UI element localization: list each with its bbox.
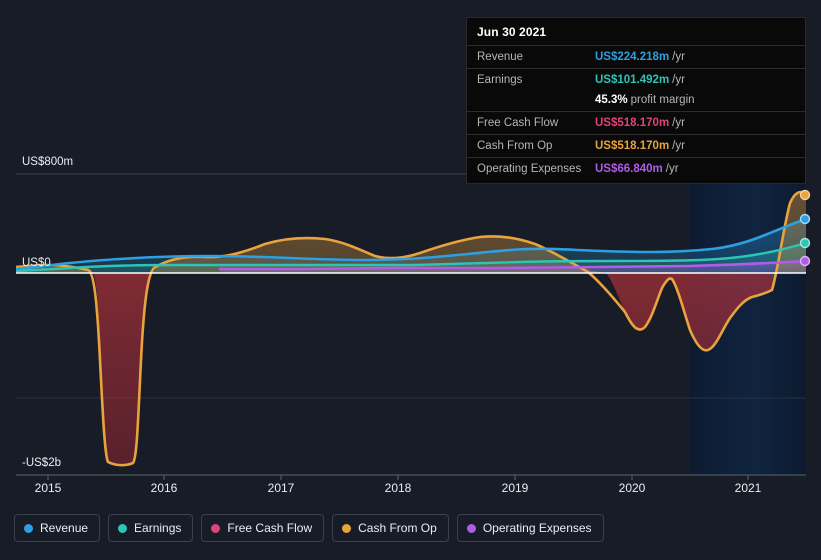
tooltip-label-free-cash-flow: Free Cash Flow — [477, 117, 559, 129]
legend-item-operating-expenses[interactable]: Operating Expenses — [456, 514, 604, 542]
legend-item-revenue[interactable]: Revenue — [14, 514, 101, 542]
legend-dot-revenue-icon — [24, 523, 33, 533]
tooltip-label-revenue: Revenue — [477, 51, 524, 63]
legend-item-free-cash-flow[interactable]: Free Cash Flow — [201, 514, 325, 542]
x-axis-label-2017: 2017 — [268, 481, 295, 495]
x-axis-label-2015: 2015 — [35, 481, 62, 495]
tooltip-value-revenue: US$224.218m — [595, 51, 670, 63]
tooltip-unit-cash-from-op: /yr — [672, 140, 685, 152]
tooltip-row-operating-expenses: Operating Expenses US$66.840m /yr — [467, 157, 805, 180]
end-marker-revenue — [799, 213, 811, 225]
x-axis-label-2018: 2018 — [385, 481, 412, 495]
end-marker-operating-expenses — [799, 255, 811, 267]
x-axis-label-2021: 2021 — [735, 481, 762, 495]
tooltip-row-cash-from-op: Cash From Op US$518.170m /yr — [467, 134, 805, 157]
chart-tooltip: Jun 30 2021 Revenue US$224.218m /yr Earn… — [466, 17, 806, 184]
tooltip-unit-free-cash-flow: /yr — [672, 117, 685, 129]
legend-label-revenue: Revenue — [40, 521, 89, 535]
tooltip-row-earnings: Earnings US$101.492m /yr — [467, 68, 805, 91]
y-axis-label-top: US$800m — [22, 156, 73, 168]
y-axis-label-zero: US$0 — [22, 257, 51, 269]
legend-label-earnings: Earnings — [134, 521, 182, 535]
tooltip-label-cash-from-op: Cash From Op — [477, 140, 553, 152]
x-axis-label-2020: 2020 — [619, 481, 646, 495]
tooltip-date: Jun 30 2021 — [477, 25, 547, 39]
tooltip-unit-operating-expenses: /yr — [665, 163, 679, 175]
tooltip-value-earnings: US$101.492m — [595, 74, 670, 86]
tooltip-value-cash-from-op: US$518.170m — [595, 140, 670, 152]
legend-label-operating-expenses: Operating Expenses — [482, 521, 592, 535]
x-axis-label-2019: 2019 — [502, 481, 529, 495]
tooltip-label-operating-expenses: Operating Expenses — [477, 163, 582, 175]
legend-label-free-cash-flow: Free Cash Flow — [227, 521, 313, 535]
tooltip-label-earnings: Earnings — [477, 74, 523, 86]
end-marker-earnings — [799, 237, 811, 249]
tooltip-value-operating-expenses: US$66.840m — [595, 163, 663, 175]
tooltip-value-profit-margin: 45.3% — [595, 94, 628, 106]
y-axis-label-bottom: -US$2b — [22, 457, 61, 469]
tooltip-row-revenue: Revenue US$224.218m /yr — [467, 45, 805, 68]
legend-dot-operating-expenses-icon — [466, 523, 476, 533]
legend-label-cash-from-op: Cash From Op — [358, 521, 437, 535]
end-marker-cash-from-op — [799, 189, 811, 201]
tooltip-unit-revenue: /yr — [672, 51, 685, 63]
x-axis-label-2016: 2016 — [151, 481, 178, 495]
legend-dot-earnings-icon — [118, 523, 128, 533]
chart-legend: Revenue Earnings Free Cash Flow Cash Fro… — [14, 514, 604, 542]
tooltip-value-free-cash-flow: US$518.170m — [595, 117, 670, 129]
tooltip-row-free-cash-flow: Free Cash Flow US$518.170m /yr — [467, 111, 805, 134]
legend-item-earnings[interactable]: Earnings — [108, 514, 194, 542]
tooltip-row-profit-margin: 45.3% profit margin — [467, 91, 805, 111]
tooltip-unit-profit-margin: profit margin — [630, 94, 695, 106]
legend-item-cash-from-op[interactable]: Cash From Op — [332, 514, 449, 542]
legend-dot-free-cash-flow-icon — [211, 523, 221, 533]
tooltip-unit-earnings: /yr — [672, 74, 685, 86]
legend-dot-cash-from-op-icon — [342, 523, 352, 533]
